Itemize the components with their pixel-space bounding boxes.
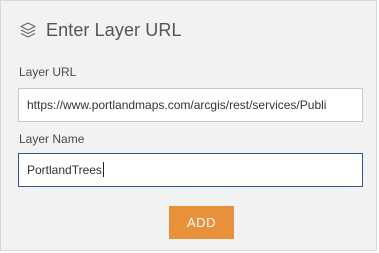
panel-header: Enter Layer URL (19, 17, 182, 43)
add-button[interactable]: ADD (169, 206, 234, 239)
panel-title: Enter Layer URL (46, 19, 182, 40)
text-caret (102, 162, 104, 178)
layer-name-input[interactable]: PortlandTrees (18, 153, 363, 187)
layer-url-input[interactable]: https://www.portlandmaps.com/arcgis/rest… (18, 88, 363, 122)
layers-icon (19, 21, 37, 39)
layer-name-label: Layer Name (19, 132, 85, 146)
layer-url-label: Layer URL (19, 65, 77, 79)
enter-layer-url-panel: Enter Layer URL Layer URL https://www.po… (0, 0, 377, 251)
layer-name-value: PortlandTrees (27, 163, 102, 177)
layer-url-value: https://www.portlandmaps.com/arcgis/rest… (27, 98, 327, 112)
